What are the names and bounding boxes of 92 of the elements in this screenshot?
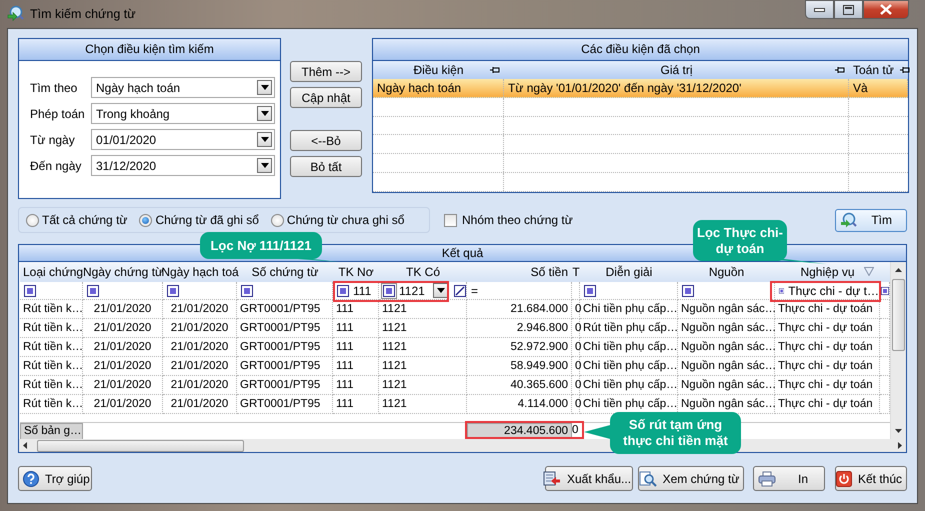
column-header: Giá trị [660, 62, 692, 77]
panel-title: Các điều kiện đã chọn [373, 39, 908, 61]
window-title: Tìm kiếm chứng từ [30, 6, 136, 20]
field-label: Đến ngày [30, 158, 82, 172]
export-button[interactable]: Xuất khẩu... [545, 466, 633, 491]
field-label: Từ ngày [30, 132, 76, 146]
pin-icon[interactable] [900, 66, 910, 74]
filter-value[interactable]: 111 [353, 284, 372, 298]
filter-checkbox-icon[interactable] [167, 284, 179, 296]
minimize-button[interactable] [805, 0, 834, 19]
dropdown-button[interactable] [257, 106, 272, 121]
search-button[interactable]: Tìm [835, 208, 907, 232]
power-icon [836, 470, 852, 486]
panel-title: Chọn điều kiện tìm kiếm [19, 39, 280, 61]
filter-checkbox-icon[interactable] [584, 284, 596, 296]
magnifier-icon [638, 470, 657, 486]
column-header: Toán tử [853, 62, 894, 77]
caret-icon [260, 85, 268, 90]
combo-box[interactable]: Ngày hạch toán [91, 77, 275, 98]
filter-checkbox-icon[interactable] [241, 284, 253, 296]
maximize-icon [843, 4, 854, 14]
table-cell: Và [853, 80, 868, 95]
radio-option[interactable]: Chứng từ chưa ghi sổ [270, 213, 404, 227]
filter-value[interactable]: Thực chi - dự t… [788, 284, 879, 298]
pin-icon[interactable] [835, 66, 845, 74]
caret-icon [260, 163, 268, 168]
filter-checkbox-icon[interactable] [87, 284, 99, 296]
column-header[interactable]: Số chứng từ [252, 265, 318, 279]
field-label: Phép toán [30, 106, 86, 120]
field-label: Tìm theo [30, 80, 78, 94]
combo-box[interactable]: 01/01/2020 [91, 129, 275, 150]
vertical-scrollbar[interactable] [890, 262, 906, 439]
dropdown-button[interactable] [257, 132, 272, 147]
caret-icon [260, 111, 268, 116]
close-button[interactable] [863, 0, 909, 19]
footer-label: Số bản g… [20, 423, 83, 440]
footer-cell-text: 0 [572, 423, 580, 438]
scroll-down-icon[interactable] [895, 429, 902, 433]
search-document-icon [7, 5, 24, 22]
combo-box[interactable]: Trong khoảng [91, 103, 275, 124]
maximize-button[interactable] [834, 0, 863, 19]
column-header[interactable]: TK Nơ [338, 265, 374, 279]
column-header: Điều kiện [413, 62, 464, 77]
column-header[interactable]: Nghiệp vụ [800, 265, 855, 279]
help-icon [23, 470, 39, 486]
group-checkbox[interactable]: Nhóm theo chứng từ [444, 213, 573, 227]
export-icon [542, 470, 561, 486]
column-header[interactable]: Ngày chứng từ [82, 265, 164, 279]
search-icon [840, 212, 858, 228]
scroll-up-icon[interactable] [895, 268, 902, 272]
close-icon [880, 4, 892, 15]
filter-checkbox-icon[interactable] [337, 284, 349, 296]
view-button[interactable]: Xem chứng từ [638, 466, 744, 491]
radio-option[interactable]: Tất cả chứng từ [26, 213, 128, 227]
column-header[interactable]: T [572, 265, 580, 279]
filter-checkbox-icon[interactable] [682, 284, 694, 296]
callout: Số rút tạm ứng thực chi tiền mặt [610, 412, 741, 454]
filter-value[interactable]: 1121 [399, 284, 429, 298]
condition-button[interactable]: Cập nhật [290, 87, 362, 108]
dropdown-button[interactable] [433, 283, 448, 298]
filter-operator[interactable]: = [471, 284, 478, 298]
filter-checkbox-icon[interactable] [881, 284, 889, 296]
filter-checkbox-icon[interactable] [24, 284, 36, 296]
scroll-left-icon[interactable] [23, 442, 27, 449]
condition-button[interactable]: Thêm --> [290, 61, 362, 82]
filter-icon[interactable] [864, 267, 874, 276]
column-header[interactable]: TK Có [406, 265, 440, 279]
minimize-icon [814, 8, 825, 12]
dropdown-button[interactable] [257, 80, 272, 95]
combo-box[interactable]: 31/12/2020 [91, 155, 275, 176]
caret-icon [260, 137, 268, 142]
caret-icon [436, 288, 444, 293]
help-button[interactable]: Trợ giúp [18, 466, 92, 491]
table-cell: Từ ngày '01/01/2020' đến ngày '31/12/2020' [508, 80, 742, 95]
pin-icon[interactable] [490, 66, 500, 74]
condition-button[interactable]: Bỏ tất [290, 156, 362, 177]
column-header[interactable]: Ngày hạch toá [161, 265, 239, 279]
scroll-right-icon[interactable] [898, 442, 902, 449]
printer-icon [758, 470, 776, 486]
condition-row[interactable]: Ngày hạch toán Từ ngày '01/01/2020' đến ngày '31/12/2020' Và [373, 78, 908, 98]
column-header[interactable]: Diễn giải [606, 265, 652, 279]
filter-checkbox-icon[interactable] [383, 284, 395, 296]
dropdown-button[interactable] [257, 158, 272, 173]
exit-button[interactable]: Kết thúc [835, 466, 907, 491]
print-button[interactable]: In [753, 466, 825, 491]
column-header[interactable]: Nguồn [708, 265, 744, 279]
condition-button[interactable]: <--Bỏ [290, 130, 362, 151]
table-cell: Ngày hạch toán [377, 80, 462, 95]
column-header[interactable]: Số tiền [530, 265, 568, 279]
radio-option[interactable]: Chứng từ đã ghi sổ [139, 213, 259, 227]
pencil-icon[interactable] [454, 284, 466, 296]
column-header[interactable]: Loại chứng [23, 265, 84, 279]
